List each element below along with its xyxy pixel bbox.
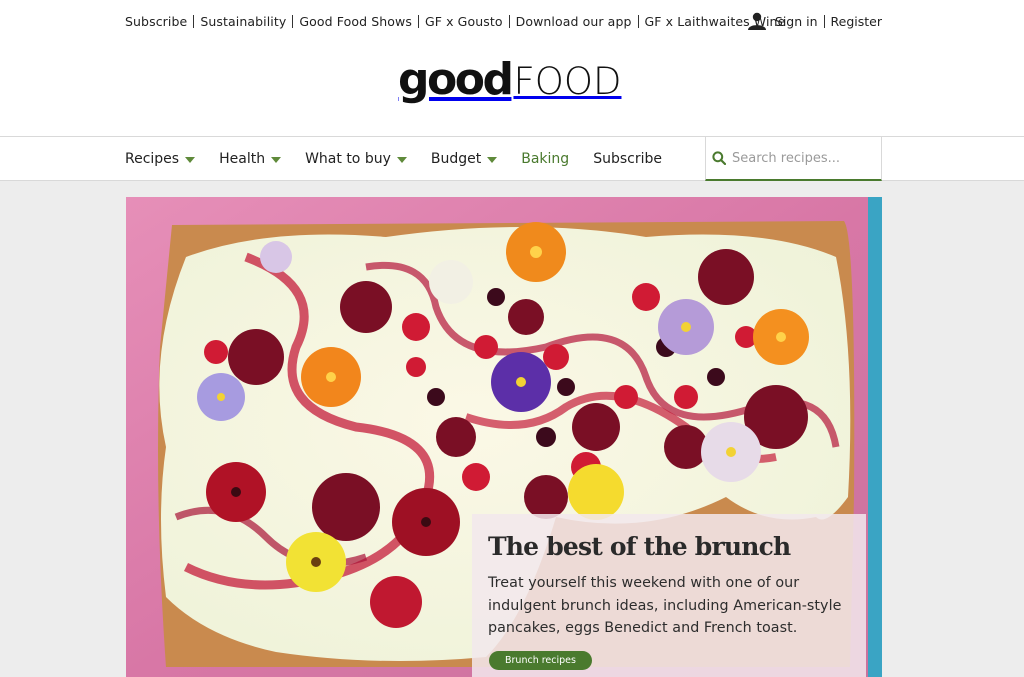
divider <box>292 15 294 28</box>
logo-food: FOOD <box>513 60 622 103</box>
main-nav: Recipes Health What to buy Budget Baking… <box>125 137 686 180</box>
utility-link-gousto[interactable]: GF x Gousto <box>425 14 503 29</box>
top-header: Subscribe Sustainability Good Food Shows… <box>0 0 1024 136</box>
nav-item-label: Health <box>219 150 266 167</box>
brunch-recipes-button[interactable]: Brunch recipes <box>489 651 592 670</box>
nav-item-health[interactable]: Health <box>219 150 282 167</box>
user-icon <box>747 12 766 30</box>
caret-down-icon <box>487 156 498 163</box>
divider <box>508 15 510 28</box>
nav-item-budget[interactable]: Budget <box>430 150 498 167</box>
search-icon <box>712 151 726 165</box>
nav-item-label: Budget <box>430 150 482 167</box>
hero-banner: The best of the brunch Treat yourself th… <box>126 197 882 677</box>
nav-item-label: What to buy <box>305 150 391 167</box>
divider <box>637 15 639 28</box>
utility-link-subscribe[interactable]: Subscribe <box>125 14 187 29</box>
caret-down-icon <box>271 156 282 163</box>
nav-item-baking[interactable]: Baking <box>521 151 569 167</box>
caret-down-icon <box>185 156 196 163</box>
caret-down-icon <box>396 156 407 163</box>
utility-link-sustainability[interactable]: Sustainability <box>200 14 286 29</box>
account-links: Sign in Register <box>747 12 882 30</box>
utility-link-good-food-shows[interactable]: Good Food Shows <box>299 14 412 29</box>
divider <box>823 14 825 28</box>
nav-item-label: Subscribe <box>593 150 662 167</box>
divider <box>417 15 419 28</box>
nav-item-what-to-buy[interactable]: What to buy <box>305 151 407 167</box>
hero-title[interactable]: The best of the brunch <box>488 532 850 562</box>
nav-item-recipes[interactable]: Recipes <box>125 150 196 167</box>
utility-link-download-app[interactable]: Download our app <box>516 14 632 29</box>
register-link[interactable]: Register <box>831 14 882 29</box>
nav-item-subscribe[interactable]: Subscribe <box>593 151 662 167</box>
divider <box>193 15 195 28</box>
site-logo[interactable]: good FOOD <box>398 58 621 114</box>
search-input[interactable] <box>732 150 872 166</box>
main-navbar: Recipes Health What to buy Budget Baking… <box>0 136 1024 181</box>
nav-item-label: Recipes <box>125 150 180 167</box>
hero-card: The best of the brunch Treat yourself th… <box>472 514 866 677</box>
logo-good: good <box>398 54 514 105</box>
utility-links: Subscribe Sustainability Good Food Shows… <box>125 14 785 29</box>
search-box <box>705 137 882 181</box>
hero-description: Treat yourself this weekend with one of … <box>488 575 842 636</box>
sign-in-link[interactable]: Sign in <box>775 14 818 29</box>
nav-item-label: Baking <box>521 150 570 167</box>
